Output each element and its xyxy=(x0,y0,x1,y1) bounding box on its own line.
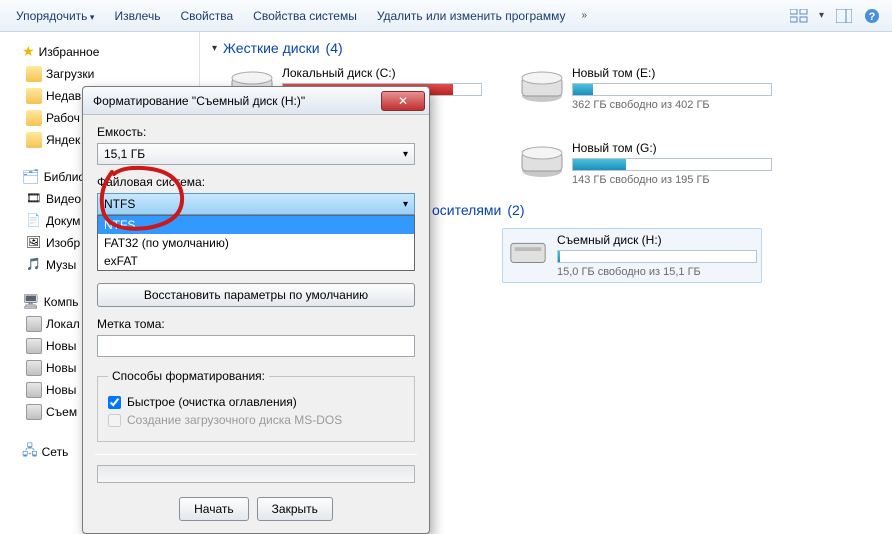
dialog-title: Форматирование "Съемный диск (H:)" xyxy=(93,94,381,108)
removable-section-header[interactable]: осителями (2) xyxy=(432,202,880,218)
drive-capacity-bar xyxy=(572,158,772,171)
volume-label-input[interactable] xyxy=(97,335,415,357)
explorer-toolbar: Упорядочить Извлечь Свойства Свойства си… xyxy=(0,0,892,32)
filesystem-dropdown-list: NTFS FAT32 (по умолчанию) exFAT xyxy=(97,215,415,271)
uninstall-button[interactable]: Удалить или изменить программу xyxy=(369,5,574,27)
quick-format-checkbox[interactable] xyxy=(108,396,121,409)
drive-item-removable[interactable]: Съемный диск (H:) 15,0 ГБ свободно из 15… xyxy=(502,228,762,283)
computer-icon: 🖥 xyxy=(22,293,40,310)
volume-label-label: Метка тома: xyxy=(97,317,415,331)
network-icon: 🖧 xyxy=(22,440,38,464)
drive-capacity-bar xyxy=(557,250,757,263)
drive-free-space: 15,0 ГБ свободно из 15,1 ГБ xyxy=(557,266,757,278)
removable-label: осителями xyxy=(432,202,501,218)
format-methods-legend: Способы форматирования: xyxy=(108,369,269,383)
music-icon: 🎵 xyxy=(26,257,42,273)
drive-name: Съемный диск (H:) xyxy=(557,233,757,247)
hard-disks-label: Жесткие диски xyxy=(223,40,320,56)
folder-icon xyxy=(26,132,42,148)
video-icon: 🎞 xyxy=(26,191,42,207)
drive-name: Новый том (E:) xyxy=(572,66,772,80)
filesystem-label: Файловая система: xyxy=(97,175,415,189)
organize-button[interactable]: Упорядочить xyxy=(8,5,102,27)
removable-drive-icon xyxy=(507,233,549,271)
hard-disks-count: (4) xyxy=(326,40,343,56)
filesystem-option-fat32[interactable]: FAT32 (по умолчанию) xyxy=(98,234,414,252)
drive-free-space: 362 ГБ свободно из 402 ГБ xyxy=(572,99,772,111)
hdd-icon xyxy=(520,141,564,179)
drive-icon xyxy=(26,382,42,398)
folder-icon xyxy=(26,88,42,104)
close-dialog-button[interactable]: Закрыть xyxy=(257,497,333,521)
format-methods-fieldset: Способы форматирования: Быстрое (очистка… xyxy=(97,369,415,442)
drive-name: Локальный диск (C:) xyxy=(282,66,482,80)
drive-icon xyxy=(26,316,42,332)
drive-item[interactable]: Новый том (E:) 362 ГБ свободно из 402 ГБ xyxy=(520,66,780,111)
filesystem-combobox[interactable]: NTFS NTFS FAT32 (по умолчанию) exFAT xyxy=(97,193,415,215)
capacity-label: Емкость: xyxy=(97,125,415,139)
drive-capacity-bar xyxy=(572,83,772,96)
view-options-icon[interactable] xyxy=(787,4,811,28)
sidebar-computer-label: Компь xyxy=(44,295,79,309)
folder-icon xyxy=(26,110,42,126)
hard-disks-section-header[interactable]: ▾ Жесткие диски (4) xyxy=(212,40,880,56)
star-icon: ★ xyxy=(22,43,35,60)
view-dropdown-chevron-icon[interactable]: ▾ xyxy=(815,10,828,21)
format-dialog: Форматирование "Съемный диск (H:)" ✕ Емк… xyxy=(82,86,430,534)
filesystem-option-ntfs[interactable]: NTFS xyxy=(98,216,414,234)
sidebar-favorites-header[interactable]: ★ Избранное xyxy=(4,40,195,63)
drive-icon xyxy=(26,360,42,376)
format-progress-bar xyxy=(97,465,415,483)
system-properties-button[interactable]: Свойства системы xyxy=(245,5,365,27)
documents-icon: 📄 xyxy=(26,213,42,229)
extract-button[interactable]: Извлечь xyxy=(106,5,168,27)
close-button[interactable]: ✕ xyxy=(381,91,425,111)
sidebar-item-downloads[interactable]: Загрузки xyxy=(4,63,195,85)
msdos-checkbox xyxy=(108,414,121,427)
folder-icon xyxy=(26,66,42,82)
properties-button[interactable]: Свойства xyxy=(172,5,241,27)
restore-defaults-button[interactable]: Восстановить параметры по умолчанию xyxy=(97,283,415,307)
chevron-down-icon: ▾ xyxy=(212,43,217,54)
help-icon[interactable]: ? xyxy=(860,4,884,28)
drive-free-space: 143 ГБ свободно из 195 ГБ xyxy=(572,174,772,186)
libraries-icon: 🗂 xyxy=(22,168,40,185)
drive-icon xyxy=(26,404,42,420)
overflow-chevron-icon[interactable]: » xyxy=(577,10,591,21)
pictures-icon: 🖼 xyxy=(26,235,42,251)
quick-format-checkbox-row[interactable]: Быстрое (очистка оглавления) xyxy=(108,395,404,409)
msdos-checkbox-row: Создание загрузочного диска MS-DOS xyxy=(108,413,404,427)
drive-name: Новый том (G:) xyxy=(572,141,772,155)
sidebar-favorites-label: Избранное xyxy=(39,45,100,59)
sidebar-network-label: Сеть xyxy=(42,445,69,459)
dialog-titlebar[interactable]: Форматирование "Съемный диск (H:)" ✕ xyxy=(83,87,429,115)
filesystem-option-exfat[interactable]: exFAT xyxy=(98,252,414,270)
drive-item[interactable]: Новый том (G:) 143 ГБ свободно из 195 ГБ xyxy=(520,141,780,186)
sidebar-libraries-label: Библио xyxy=(44,170,85,184)
capacity-combobox[interactable]: 15,1 ГБ xyxy=(97,143,415,165)
svg-text:?: ? xyxy=(869,11,876,23)
removable-count: (2) xyxy=(507,202,524,218)
preview-pane-icon[interactable] xyxy=(832,4,856,28)
drive-icon xyxy=(26,338,42,354)
start-button[interactable]: Начать xyxy=(179,497,249,521)
hdd-icon xyxy=(520,66,564,104)
